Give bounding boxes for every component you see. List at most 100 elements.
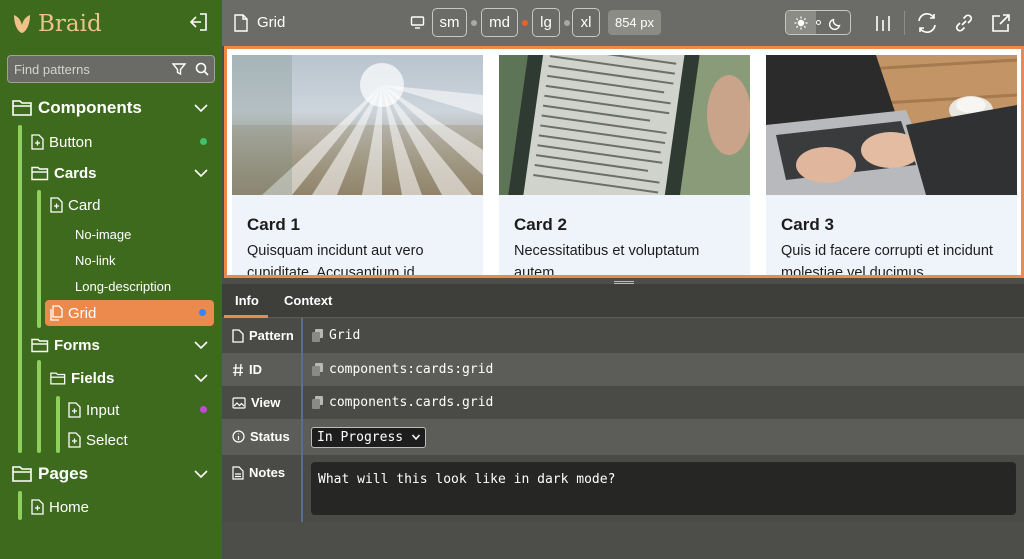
current-width-marker xyxy=(522,20,528,26)
row-label: Pattern xyxy=(232,328,294,343)
chevron-down-icon[interactable] xyxy=(193,165,209,181)
nav-label: Forms xyxy=(54,336,100,354)
laptop-photo xyxy=(766,55,1017,195)
card-title: Card 2 xyxy=(514,215,567,234)
nav-label: Button xyxy=(49,133,93,151)
theme-toggle[interactable] xyxy=(785,10,851,35)
breakpoint-sm-button[interactable]: sm xyxy=(432,8,467,37)
card-image xyxy=(499,55,750,195)
search-icon[interactable] xyxy=(194,61,210,77)
brand-name: Braid xyxy=(38,11,102,37)
nav-item-no-image[interactable]: No-image xyxy=(75,226,131,242)
breakpoint-label: lg xyxy=(540,14,552,31)
card-description: Quis id facere corrupti et incidunt mole… xyxy=(781,243,993,275)
card[interactable]: Card 3 Quis id facere corrupti et incidu… xyxy=(766,55,1017,275)
filter-icon[interactable] xyxy=(171,61,187,77)
folder-open-icon xyxy=(12,466,32,482)
nav-item-input[interactable]: Input xyxy=(68,401,119,419)
nav-item-grid[interactable]: Grid xyxy=(50,304,96,322)
tab-info[interactable]: Info xyxy=(235,293,259,308)
breakpoint-lg-button[interactable]: lg xyxy=(532,8,560,37)
status-dot xyxy=(199,309,206,316)
breakpoint-label: md xyxy=(489,14,510,31)
notes-textarea[interactable]: What will this look like in dark mode? xyxy=(311,462,1016,515)
dark-theme-button[interactable] xyxy=(821,11,851,34)
card[interactable]: Card 2 Necessitatibus et voluptatum aute… xyxy=(499,55,750,275)
row-label: View xyxy=(232,395,280,410)
nav-label: Card xyxy=(68,196,101,214)
nav-item-components[interactable]: Components xyxy=(12,97,142,119)
nav-label: Pages xyxy=(38,464,89,483)
nav-item-select[interactable]: Select xyxy=(68,431,128,449)
card[interactable]: Card 1 Quisquam incidunt aut vero cupidi… xyxy=(232,55,483,275)
copy-icon[interactable] xyxy=(312,363,324,376)
status-dot xyxy=(200,406,207,413)
view-label: View xyxy=(251,395,281,410)
pattern-preview[interactable]: Card 1 Quisquam incidunt aut vero cupidi… xyxy=(224,46,1024,278)
nav-label: No-link xyxy=(75,252,116,268)
breakpoint-separator xyxy=(471,20,477,26)
id-value: components:cards:grid xyxy=(329,362,494,377)
tree-line-cards xyxy=(37,190,41,328)
pattern-title: Grid xyxy=(257,14,286,31)
chevron-down-icon[interactable] xyxy=(193,466,209,482)
panel-column-divider xyxy=(301,318,303,522)
status-select[interactable]: In Progress xyxy=(311,427,426,448)
file-icon xyxy=(234,14,248,32)
info-row-view: View components.cards.grid xyxy=(222,386,1024,419)
row-label: ID xyxy=(232,362,262,377)
leaf-logo-icon xyxy=(14,15,30,33)
breakpoint-label: sm xyxy=(439,14,460,31)
breakpoint-md-button[interactable]: md xyxy=(481,8,518,37)
measure-icon[interactable] xyxy=(872,12,894,34)
pattern-value: Grid xyxy=(329,328,361,343)
files-icon xyxy=(50,305,63,321)
card-description: Quisquam incidunt aut vero cupiditate. A… xyxy=(247,243,424,275)
card-title: Card 1 xyxy=(247,215,300,234)
breakpoint-xl-button[interactable]: xl xyxy=(572,8,600,37)
copy-icon[interactable] xyxy=(312,396,324,409)
refresh-icon[interactable] xyxy=(916,12,938,34)
nav-item-home[interactable]: Home xyxy=(31,498,89,516)
nav-item-pages[interactable]: Pages xyxy=(12,463,88,485)
link-icon[interactable] xyxy=(953,12,975,34)
brand[interactable]: Braid xyxy=(10,6,102,42)
search-field[interactable]: Find patterns xyxy=(7,55,215,83)
monitor-icon[interactable] xyxy=(410,15,425,30)
nav-label: Cards xyxy=(54,164,97,182)
info-circle-icon xyxy=(232,430,245,443)
tree-line-components xyxy=(18,125,22,453)
tree-line-pages xyxy=(18,491,22,520)
row-label: Status xyxy=(232,429,290,444)
file-text-icon xyxy=(232,465,244,480)
tab-context[interactable]: Context xyxy=(284,293,332,308)
folder-open-icon xyxy=(12,100,32,116)
chevron-down-icon xyxy=(411,434,421,441)
nav-item-cards[interactable]: Cards xyxy=(31,164,97,182)
nav-item-fields[interactable]: Fields xyxy=(50,369,114,387)
nav-label: Fields xyxy=(71,369,115,387)
search-input[interactable]: Find patterns xyxy=(14,62,90,77)
light-theme-button[interactable] xyxy=(786,11,816,34)
card-title: Card 3 xyxy=(781,215,834,234)
card-image xyxy=(232,55,483,195)
copy-icon[interactable] xyxy=(312,329,324,342)
nav-item-card[interactable]: Card xyxy=(50,196,101,214)
nav-item-long-description[interactable]: Long-description xyxy=(75,278,171,294)
nav-item-no-link[interactable]: No-link xyxy=(75,252,115,268)
status-label: Status xyxy=(250,429,290,444)
folder-open-icon xyxy=(31,166,49,180)
notes-value: What will this look like in dark mode? xyxy=(318,472,616,487)
image-icon xyxy=(232,396,246,409)
external-link-icon[interactable] xyxy=(990,12,1012,34)
chevron-down-icon[interactable] xyxy=(193,370,209,386)
nav-item-forms[interactable]: Forms xyxy=(31,336,100,354)
file-icon xyxy=(68,432,81,448)
row-label: Notes xyxy=(232,465,285,480)
chevron-down-icon[interactable] xyxy=(193,100,209,116)
nav-item-button[interactable]: Button xyxy=(31,133,92,151)
collapse-sidebar-icon[interactable] xyxy=(188,11,210,33)
breakpoint-label: xl xyxy=(580,14,592,31)
chevron-down-icon[interactable] xyxy=(193,337,209,353)
file-icon xyxy=(31,134,44,150)
